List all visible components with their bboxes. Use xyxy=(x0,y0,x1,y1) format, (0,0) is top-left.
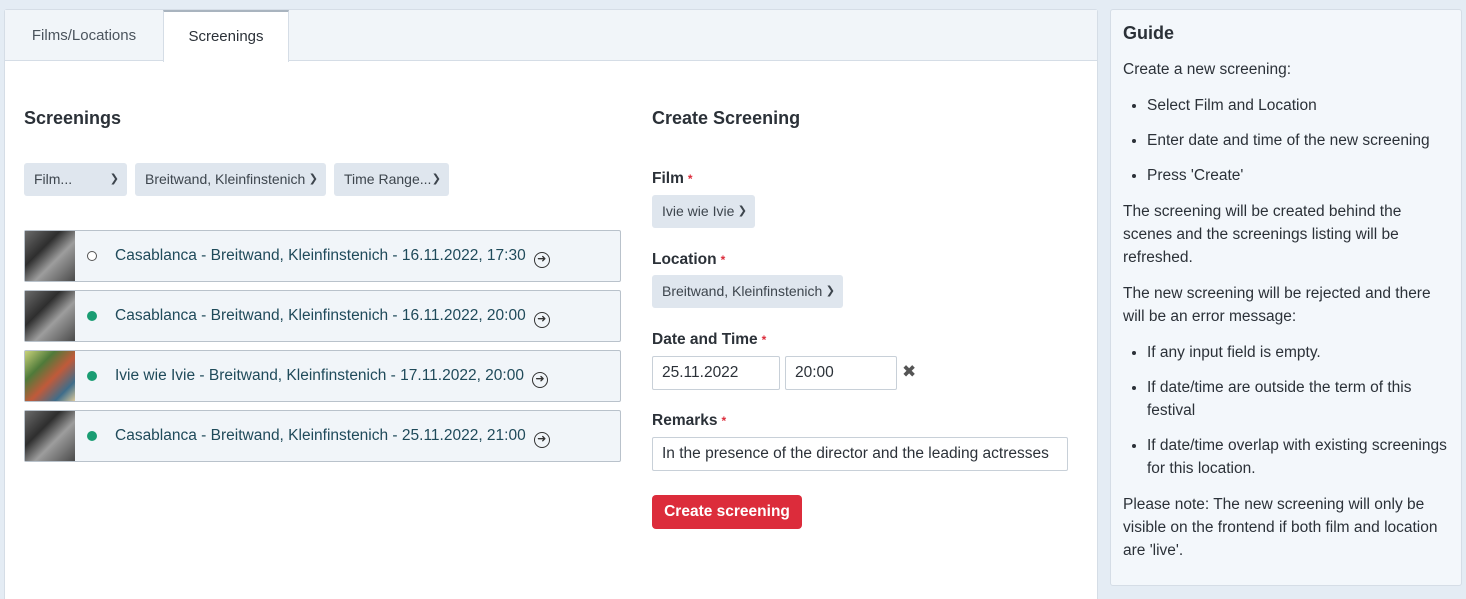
film-filter-dropdown[interactable]: Film... ❯ xyxy=(24,163,127,196)
arrow-right-circle-icon[interactable]: ➜ xyxy=(533,312,550,328)
chevron-down-icon: ❯ xyxy=(825,285,835,297)
guide-panel: Guide Create a new screening: Select Fil… xyxy=(1110,9,1462,586)
film-thumbnail xyxy=(25,351,75,401)
datetime-field-label: Date and Time * xyxy=(652,331,767,348)
film-thumbnail xyxy=(25,231,75,281)
screening-list-item[interactable]: Casablanca - Breitwand, Kleinfinstenich … xyxy=(24,290,621,342)
chevron-down-icon: ❯ xyxy=(109,173,119,185)
location-select-value: Breitwand, Kleinfinstenich xyxy=(662,283,823,299)
guide-error-item: If date/time are outside the term of thi… xyxy=(1147,376,1449,422)
film-field-label: Film * xyxy=(652,170,693,187)
screening-label: Ivie wie Ivie - Breitwand, Kleinfinsteni… xyxy=(115,351,548,401)
screening-label: Casablanca - Breitwand, Kleinfinstenich … xyxy=(115,291,550,341)
guide-step: Enter date and time of the new screening xyxy=(1147,129,1449,152)
guide-step: Select Film and Location xyxy=(1147,94,1449,117)
film-select-value: Ivie wie Ivie xyxy=(662,203,735,219)
arrow-right-circle-icon[interactable]: ➜ xyxy=(531,372,548,388)
screening-list-item[interactable]: Casablanca - Breitwand, Kleinfinstenich … xyxy=(24,410,621,462)
date-input[interactable]: 25.11.2022 xyxy=(652,356,780,390)
guide-error-item: If any input field is empty. xyxy=(1147,341,1449,364)
guide-error-item: If date/time overlap with existing scree… xyxy=(1147,434,1449,480)
film-thumbnail xyxy=(25,291,75,341)
location-field-label: Location * xyxy=(652,251,726,268)
screenings-heading: Screenings xyxy=(24,108,122,128)
required-marker: * xyxy=(720,253,726,267)
location-filter-value: Breitwand, Kleinfinstenich xyxy=(145,171,306,187)
guide-title: Guide xyxy=(1123,23,1175,43)
chevron-down-icon: ❯ xyxy=(737,205,747,217)
required-marker: * xyxy=(721,414,727,428)
tab-bar: Films/Locations Screenings xyxy=(5,10,1097,62)
chevron-down-icon: ❯ xyxy=(308,173,318,185)
film-filter-value: Film... xyxy=(34,171,73,187)
time-input[interactable]: 20:00 xyxy=(785,356,897,390)
screening-list-item[interactable]: Ivie wie Ivie - Breitwand, Kleinfinsteni… xyxy=(24,350,621,402)
film-thumbnail xyxy=(25,411,75,461)
guide-errors-list: If any input field is empty. If date/tim… xyxy=(1147,341,1449,480)
required-marker: * xyxy=(687,172,693,186)
create-screening-heading: Create Screening xyxy=(652,108,801,128)
remarks-input[interactable]: In the presence of the director and the … xyxy=(652,437,1068,471)
time-range-filter-value: Time Range... xyxy=(344,171,432,187)
guide-note: Please note: The new screening will only… xyxy=(1123,496,1438,559)
time-range-filter-dropdown[interactable]: Time Range... ❯ xyxy=(334,163,449,196)
tab-screenings[interactable]: Screenings xyxy=(163,10,289,62)
guide-steps-list: Select Film and Location Enter date and … xyxy=(1147,94,1449,187)
status-live-icon xyxy=(87,431,97,441)
arrow-right-circle-icon[interactable]: ➜ xyxy=(533,252,550,268)
screening-label: Casablanca - Breitwand, Kleinfinstenich … xyxy=(115,411,550,461)
clear-datetime-icon[interactable]: ✖ xyxy=(902,362,916,382)
status-open-icon xyxy=(87,251,97,261)
location-filter-dropdown[interactable]: Breitwand, Kleinfinstenich ❯ xyxy=(135,163,326,196)
guide-paragraph: The screening will be created behind the… xyxy=(1123,203,1402,266)
guide-paragraph: The new screening will be rejected and t… xyxy=(1123,285,1431,325)
remarks-field-label: Remarks * xyxy=(652,412,727,429)
chevron-down-icon: ❯ xyxy=(431,173,441,185)
film-select[interactable]: Ivie wie Ivie ❯ xyxy=(652,195,755,228)
status-live-icon xyxy=(87,311,97,321)
status-live-icon xyxy=(87,371,97,381)
location-select[interactable]: Breitwand, Kleinfinstenich ❯ xyxy=(652,275,843,308)
tab-films-locations[interactable]: Films/Locations xyxy=(5,10,163,61)
guide-step: Press 'Create' xyxy=(1147,164,1449,187)
guide-intro: Create a new screening: xyxy=(1123,61,1292,78)
screening-list-item[interactable]: Casablanca - Breitwand, Kleinfinstenich … xyxy=(24,230,621,282)
required-marker: * xyxy=(761,333,767,347)
screening-label: Casablanca - Breitwand, Kleinfinstenich … xyxy=(115,231,550,281)
create-screening-button[interactable]: Create screening xyxy=(652,495,802,529)
arrow-right-circle-icon[interactable]: ➜ xyxy=(533,432,550,448)
